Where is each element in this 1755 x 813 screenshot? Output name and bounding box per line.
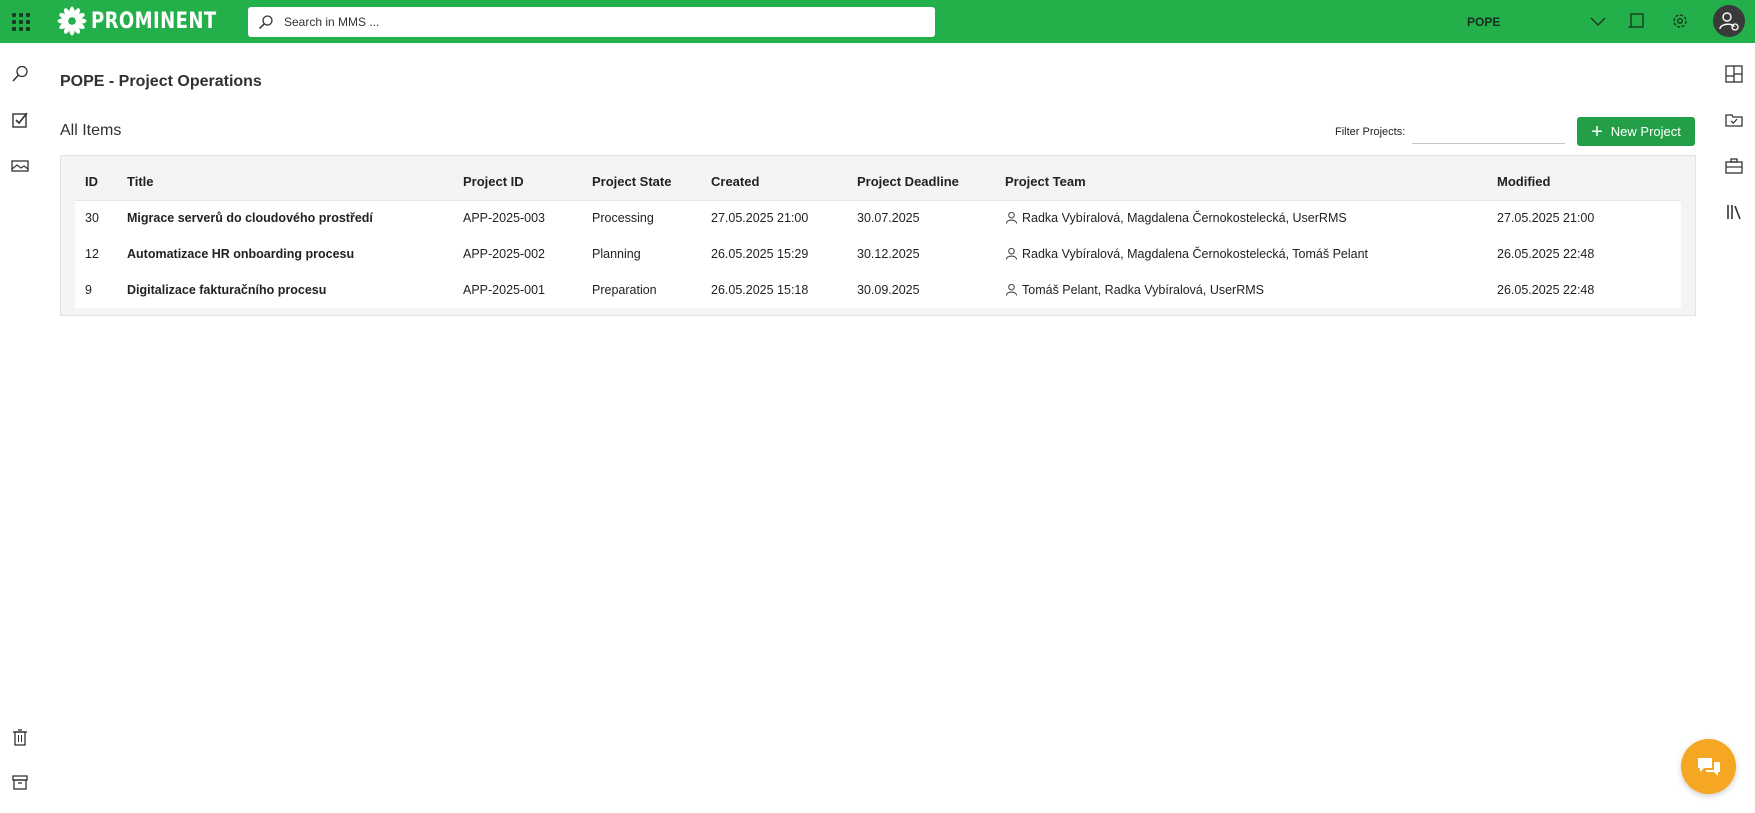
cell-state: Preparation bbox=[592, 283, 657, 297]
column-header-title[interactable]: Title bbox=[117, 164, 453, 201]
cell-id: 12 bbox=[85, 247, 99, 261]
image-icon[interactable] bbox=[10, 156, 30, 176]
layout-icon[interactable] bbox=[1724, 64, 1744, 84]
column-header-project-team[interactable]: Project Team bbox=[995, 164, 1487, 201]
cell-title[interactable]: Automatizace HR onboarding procesu bbox=[117, 236, 453, 272]
cell-created: 27.05.2025 21:00 bbox=[711, 211, 809, 226]
projects-list-panel: ID Title Project ID Project State Create… bbox=[60, 155, 1696, 316]
new-project-button[interactable]: + New Project bbox=[1577, 117, 1695, 146]
team-members[interactable]: Radka Vybíralová, Magdalena Černokostele… bbox=[1022, 211, 1347, 225]
cell-modified: 26.05.2025 22:48 bbox=[1497, 283, 1595, 297]
cell-team: Radka Vybíralová, Magdalena Černokostele… bbox=[995, 236, 1487, 272]
library-icon[interactable] bbox=[1724, 202, 1744, 222]
user-settings-icon[interactable] bbox=[1713, 5, 1745, 37]
table-row[interactable]: 9 Digitalizace fakturačního procesu APP-… bbox=[75, 272, 1681, 308]
search-icon bbox=[258, 15, 273, 30]
cell-title[interactable]: Migrace serverů do cloudového prostředí bbox=[117, 200, 453, 236]
cell-project-id: APP-2025-001 bbox=[463, 283, 546, 297]
cell-state: Planning bbox=[592, 247, 641, 261]
filter-label: Filter Projects: bbox=[1335, 126, 1406, 138]
person-icon bbox=[1005, 212, 1018, 224]
checkbox-icon[interactable] bbox=[10, 110, 30, 130]
flower-logo-icon bbox=[57, 6, 87, 36]
cell-team: Radka Vybíralová, Magdalena Černokostele… bbox=[995, 200, 1487, 236]
filter-projects-input[interactable] bbox=[1412, 120, 1565, 144]
column-header-project-state[interactable]: Project State bbox=[582, 164, 701, 201]
briefcase-icon[interactable] bbox=[1724, 156, 1744, 176]
archive-icon[interactable] bbox=[10, 772, 30, 792]
column-header-created[interactable]: Created bbox=[701, 164, 847, 201]
chevron-down-icon[interactable] bbox=[1588, 11, 1608, 31]
view-title: All Items bbox=[60, 122, 122, 139]
search-icon[interactable] bbox=[10, 64, 30, 84]
cell-created: 26.05.2025 15:18 bbox=[711, 283, 809, 297]
chat-button[interactable] bbox=[1681, 739, 1736, 794]
table-row[interactable]: 30 Migrace serverů do cloudového prostře… bbox=[75, 200, 1681, 236]
cell-id: 9 bbox=[85, 283, 92, 297]
cell-id: 30 bbox=[85, 211, 99, 226]
column-header-project-deadline[interactable]: Project Deadline bbox=[847, 164, 995, 201]
cell-modified: 26.05.2025 22:48 bbox=[1497, 247, 1595, 261]
brand-name: PROMINENT bbox=[91, 8, 217, 34]
search-box[interactable]: Search in MMS ... bbox=[248, 7, 935, 37]
top-bar: PROMINENT Search in MMS ... POPE bbox=[0, 0, 1755, 43]
cell-modified: 27.05.2025 21:00 bbox=[1497, 211, 1595, 226]
table-row[interactable]: 12 Automatizace HR onboarding procesu AP… bbox=[75, 236, 1681, 272]
new-project-label: New Project bbox=[1610, 124, 1681, 139]
team-members[interactable]: Tomáš Pelant, Radka Vybíralová, UserRMS bbox=[1022, 283, 1264, 297]
site-selector-label[interactable]: POPE bbox=[1467, 15, 1500, 29]
brand-logo[interactable]: PROMINENT bbox=[57, 6, 244, 36]
plus-icon: + bbox=[1591, 120, 1603, 143]
cell-team: Tomáš Pelant, Radka Vybíralová, UserRMS bbox=[995, 272, 1487, 308]
cell-deadline: 30.07.2025 bbox=[857, 211, 920, 226]
person-icon bbox=[1005, 283, 1018, 296]
cell-title[interactable]: Digitalizace fakturačního procesu bbox=[117, 272, 453, 308]
projects-table: ID Title Project ID Project State Create… bbox=[75, 164, 1681, 308]
gear-icon[interactable] bbox=[1670, 11, 1690, 31]
team-members[interactable]: Radka Vybíralová, Magdalena Černokostele… bbox=[1022, 247, 1368, 261]
column-header-modified[interactable]: Modified bbox=[1487, 164, 1681, 201]
cell-created: 26.05.2025 15:29 bbox=[711, 247, 809, 261]
column-header-id[interactable]: ID bbox=[75, 164, 117, 201]
cell-deadline: 30.12.2025 bbox=[857, 247, 920, 261]
app-launcher-icon[interactable] bbox=[10, 11, 30, 31]
table-header-row: ID Title Project ID Project State Create… bbox=[75, 164, 1681, 201]
trash-icon[interactable] bbox=[10, 727, 30, 747]
person-icon bbox=[1005, 247, 1018, 260]
page-title: POPE - Project Operations bbox=[60, 73, 262, 90]
cell-state: Processing bbox=[592, 211, 654, 226]
inbox-icon[interactable] bbox=[1724, 110, 1744, 130]
chat-bubbles-icon bbox=[1697, 757, 1720, 776]
cell-project-id: APP-2025-003 bbox=[463, 211, 546, 226]
cell-deadline: 30.09.2025 bbox=[857, 283, 920, 297]
search-placeholder: Search in MMS ... bbox=[284, 15, 380, 29]
cell-project-id: APP-2025-002 bbox=[463, 247, 546, 261]
tablet-icon[interactable] bbox=[1627, 11, 1647, 31]
column-header-project-id[interactable]: Project ID bbox=[453, 164, 582, 201]
